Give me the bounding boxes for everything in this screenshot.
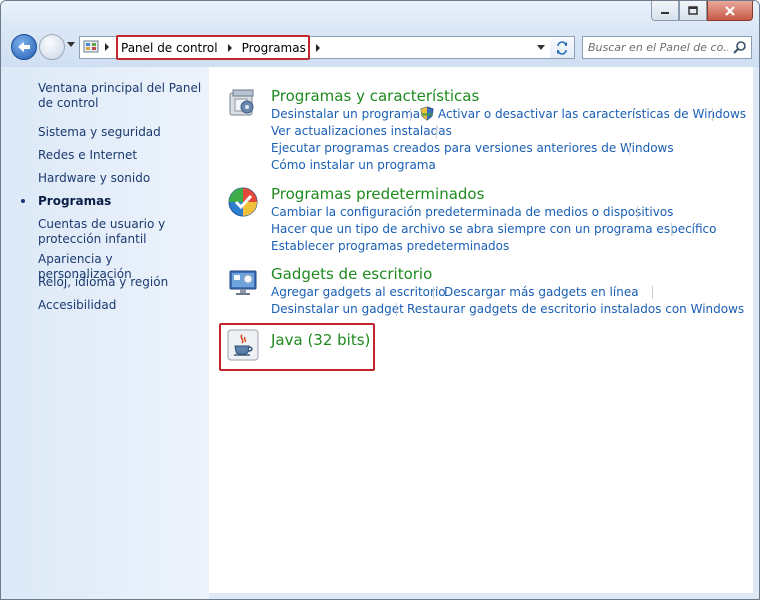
root-crumb-arrow-icon[interactable]: [105, 43, 109, 51]
sidebar-item-home[interactable]: Ventana principal del Panel de control: [38, 81, 208, 111]
category-title-default-programs[interactable]: Programas predeterminados: [271, 185, 484, 203]
minimize-icon: [661, 11, 669, 14]
link-separator: [712, 108, 713, 121]
link-compatibility[interactable]: Ejecutar programas creados para versione…: [271, 141, 674, 155]
sidebar-item-programs[interactable]: Programas: [38, 194, 111, 209]
back-arrow-icon: [18, 42, 30, 52]
link-restore-gadgets[interactable]: Restaurar gadgets de escritorio instalad…: [407, 302, 744, 316]
sidebar-item-system-security[interactable]: Sistema y seguridad: [38, 125, 161, 140]
sidebar: Ventana principal del Panel de control S…: [2, 67, 209, 599]
category-title-programs-features[interactable]: Programas y características: [271, 87, 479, 105]
link-set-default-programs[interactable]: Establecer programas predeterminados: [271, 239, 509, 253]
link-installed-updates[interactable]: Ver actualizaciones instaladas: [271, 124, 452, 138]
desktop-gadgets-icon[interactable]: [227, 266, 259, 298]
window-frame-bottom: [209, 593, 753, 599]
breadcrumb-highlight-box: [116, 35, 310, 60]
back-button[interactable]: [11, 34, 37, 60]
link-separator: [637, 206, 638, 219]
close-icon: [725, 5, 735, 16]
link-how-to-install[interactable]: Cómo instalar un programa: [271, 158, 436, 172]
sidebar-item-hardware-sound[interactable]: Hardware y sonido: [38, 171, 150, 186]
maximize-button[interactable]: [679, 1, 707, 21]
sidebar-item-user-accounts[interactable]: Cuentas de usuario y protección infantil: [38, 217, 178, 247]
link-separator: [436, 125, 437, 138]
title-bar: [1, 1, 759, 29]
maximize-icon: [688, 6, 698, 15]
history-dropdown-icon[interactable]: [67, 42, 75, 47]
search-box[interactable]: [582, 36, 752, 59]
link-separator: [433, 286, 434, 299]
refresh-button[interactable]: [550, 36, 575, 59]
control-panel-icon: [83, 40, 99, 53]
sidebar-item-accessibility[interactable]: Accesibilidad: [38, 298, 116, 313]
java-highlight-box: [219, 323, 375, 371]
search-icon[interactable]: [733, 40, 747, 54]
main-content: Programas y características Desinstalar …: [209, 67, 753, 593]
refresh-icon: [557, 40, 567, 55]
caption-buttons: [651, 1, 753, 21]
sidebar-item-network-internet[interactable]: Redes e Internet: [38, 148, 137, 163]
link-uninstall-program[interactable]: Desinstalar un programa: [271, 107, 420, 121]
link-separator: [671, 223, 672, 236]
category-title-desktop-gadgets[interactable]: Gadgets de escritorio: [271, 265, 432, 283]
uac-shield-icon: [420, 106, 434, 121]
forward-button[interactable]: [39, 34, 65, 60]
link-uninstall-gadget[interactable]: Desinstalar un gadget: [271, 302, 404, 316]
breadcrumb-separator-icon[interactable]: [315, 43, 320, 52]
programs-features-icon[interactable]: [227, 87, 259, 119]
search-input[interactable]: [588, 38, 728, 56]
link-separator: [396, 303, 397, 316]
sidebar-item-clock-language[interactable]: Reloj, idioma y región: [38, 275, 168, 290]
link-add-gadgets[interactable]: Agregar gadgets al escritorio: [271, 285, 446, 299]
active-item-bullet-icon: [21, 199, 25, 203]
link-separator: [629, 142, 630, 155]
link-download-gadgets[interactable]: Descargar más gadgets en línea: [444, 285, 639, 299]
address-dropdown-icon[interactable]: [537, 45, 545, 50]
minimize-button[interactable]: [651, 1, 679, 21]
control-panel-window: Panel de control Programas V: [0, 0, 760, 600]
link-windows-features[interactable]: Activar o desactivar las características…: [438, 107, 746, 121]
link-file-associations[interactable]: Hacer que un tipo de archivo se abra sie…: [271, 222, 717, 236]
link-separator: [652, 286, 653, 299]
navigation-bar: Panel de control Programas: [1, 29, 759, 67]
window-frame-right: [753, 67, 759, 599]
default-programs-icon[interactable]: [227, 186, 259, 218]
link-separator: [410, 108, 411, 121]
link-autoplay-settings[interactable]: Cambiar la configuración predeterminada …: [271, 205, 673, 219]
close-button[interactable]: [707, 1, 753, 21]
